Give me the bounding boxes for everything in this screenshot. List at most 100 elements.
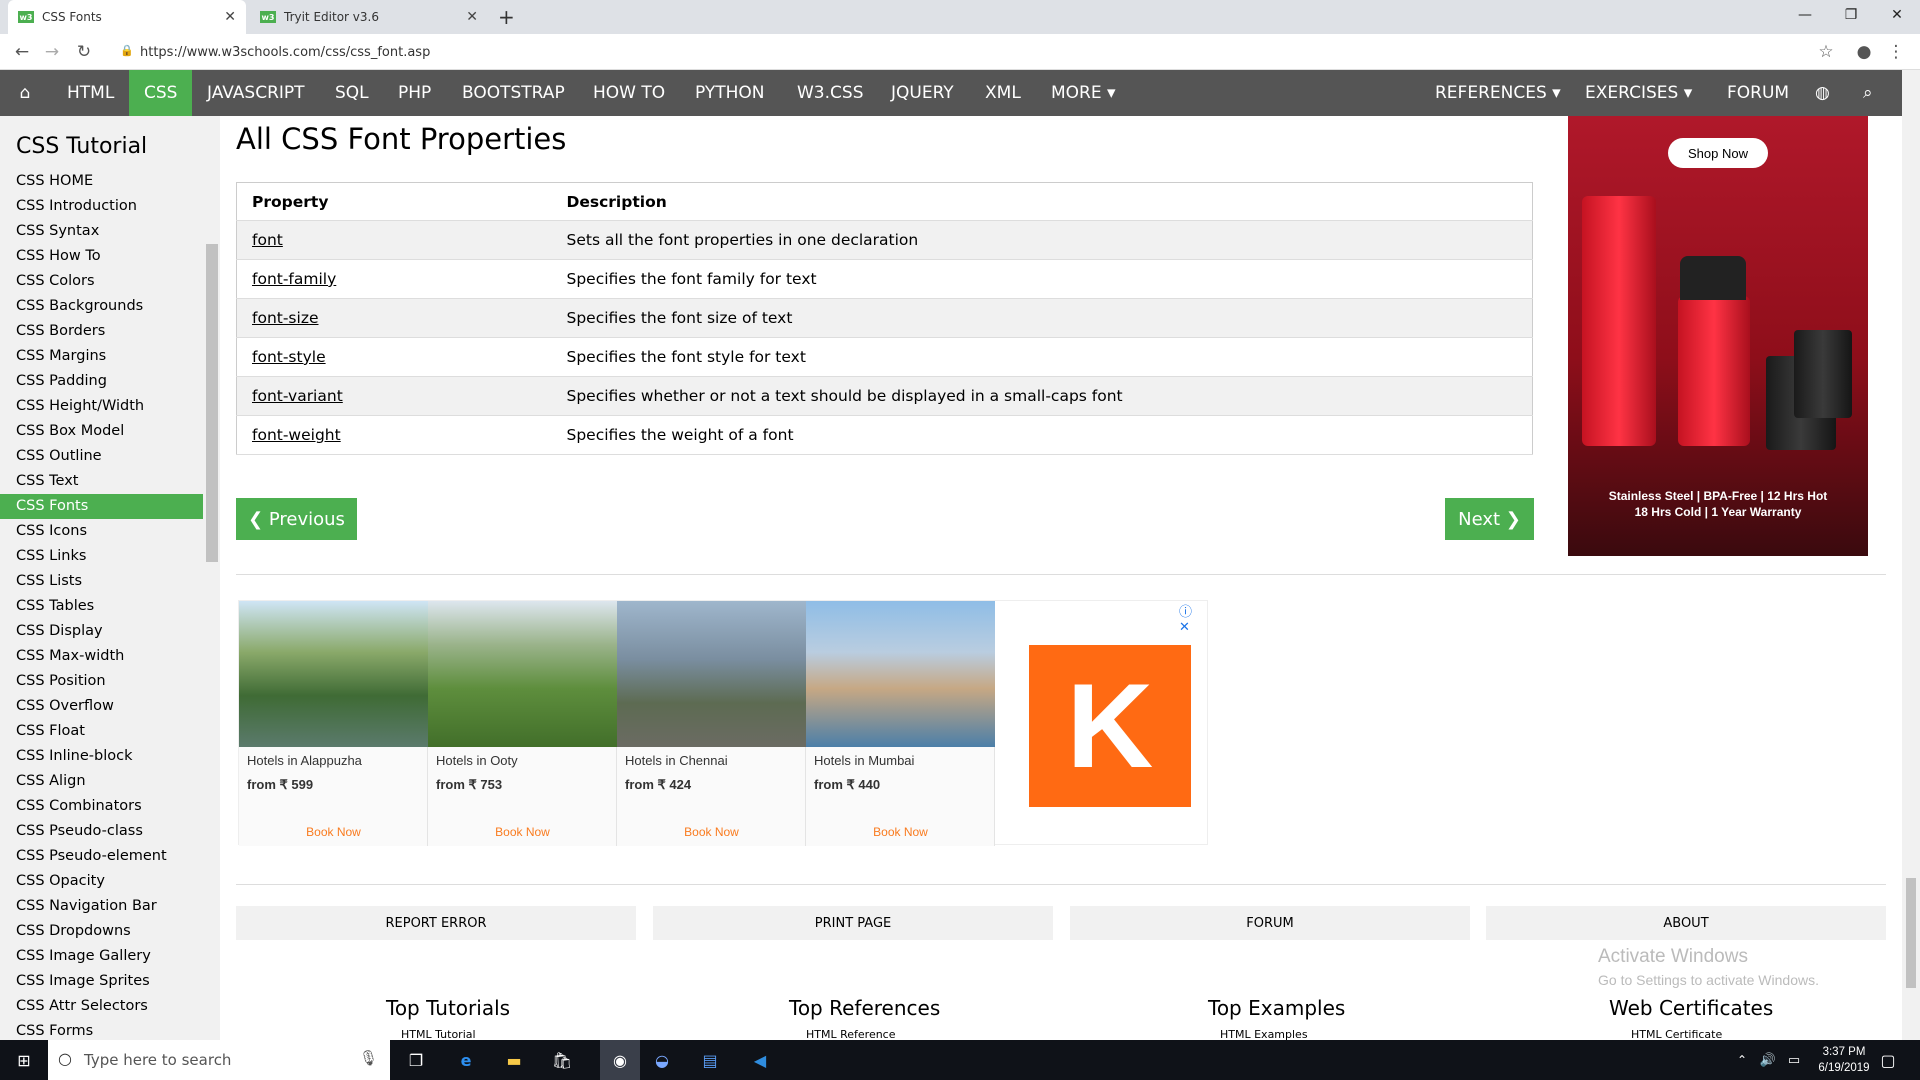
- sidebar-item-css-forms[interactable]: CSS Forms: [0, 1019, 220, 1040]
- minimize-icon[interactable]: —: [1782, 0, 1828, 30]
- sidebar-item-css-pseudo-element[interactable]: CSS Pseudo-element: [0, 844, 220, 869]
- nav-forum[interactable]: FORUM: [1712, 70, 1804, 116]
- hotel-card-alappuzha[interactable]: Hotels in Alappuzha from ₹ 599 Book Now: [239, 601, 428, 846]
- property-link[interactable]: font-size: [252, 309, 319, 327]
- nav-javascript[interactable]: JAVASCRIPT: [192, 70, 320, 116]
- product-ad[interactable]: Shop Now Stainless Steel | BPA-Free | 12…: [1568, 116, 1868, 556]
- sidebar-item-css-overflow[interactable]: CSS Overflow: [0, 694, 220, 719]
- back-icon[interactable]: ←: [10, 40, 34, 64]
- about-button[interactable]: ABOUT: [1486, 906, 1886, 940]
- browser-tab-css-fonts[interactable]: w3 CSS Fonts ✕: [8, 0, 246, 34]
- sidebar-item-css-inline-block[interactable]: CSS Inline-block: [0, 744, 220, 769]
- sidebar-item-css-lists[interactable]: CSS Lists: [0, 569, 220, 594]
- edge-icon[interactable]: e: [454, 1048, 478, 1072]
- sidebar-item-css-navigation-bar[interactable]: CSS Navigation Bar: [0, 894, 220, 919]
- sidebar-item-css-fonts[interactable]: CSS Fonts: [0, 494, 203, 519]
- close-tab-icon[interactable]: ✕: [224, 9, 236, 25]
- vscode-icon[interactable]: ◀: [748, 1048, 772, 1072]
- book-now-link[interactable]: Book Now: [617, 825, 806, 839]
- hotel-card-ooty[interactable]: Hotels in Ooty from ₹ 753 Book Now: [428, 601, 617, 846]
- nav-exercises-dropdown[interactable]: EXERCISES ▾: [1570, 70, 1707, 116]
- app-icon[interactable]: ◒: [650, 1048, 674, 1072]
- report-error-button[interactable]: REPORT ERROR: [236, 906, 636, 940]
- sidebar-item-css-outline[interactable]: CSS Outline: [0, 444, 220, 469]
- chrome-icon[interactable]: ◉: [600, 1040, 640, 1080]
- book-now-link[interactable]: Book Now: [239, 825, 428, 839]
- sidebar-item-css-max-width[interactable]: CSS Max-width: [0, 644, 220, 669]
- search-icon[interactable]: ⌕: [1848, 70, 1888, 116]
- sidebar-item-css-margins[interactable]: CSS Margins: [0, 344, 220, 369]
- new-tab-icon[interactable]: +: [498, 5, 515, 29]
- nav-php[interactable]: PHP: [383, 70, 446, 116]
- shop-now-button[interactable]: Shop Now: [1668, 138, 1768, 168]
- sidebar-item-css-links[interactable]: CSS Links: [0, 544, 220, 569]
- sidebar-item-css-float[interactable]: CSS Float: [0, 719, 220, 744]
- sidebar-item-css-borders[interactable]: CSS Borders: [0, 319, 220, 344]
- sidebar-item-css-height-width[interactable]: CSS Height/Width: [0, 394, 220, 419]
- store-icon[interactable]: 🛍: [550, 1048, 574, 1072]
- profile-icon[interactable]: ●: [1852, 40, 1876, 64]
- nav-css[interactable]: CSS: [129, 70, 193, 116]
- sidebar-item-css-syntax[interactable]: CSS Syntax: [0, 219, 220, 244]
- sidebar-item-css-text[interactable]: CSS Text: [0, 469, 220, 494]
- hotel-card-mumbai[interactable]: Hotels in Mumbai from ₹ 440 Book Now: [806, 601, 995, 846]
- document-icon[interactable]: ▤: [698, 1048, 722, 1072]
- sidebar-item-css-how-to[interactable]: CSS How To: [0, 244, 220, 269]
- notifications-icon[interactable]: ▢: [1876, 1048, 1900, 1072]
- next-button[interactable]: Next ❯: [1445, 498, 1534, 540]
- nav-more-dropdown[interactable]: MORE ▾: [1036, 70, 1131, 116]
- property-link[interactable]: font-style: [252, 348, 326, 366]
- hotel-card-chennai[interactable]: Hotels in Chennai from ₹ 424 Book Now: [617, 601, 806, 846]
- sidebar-item-css-backgrounds[interactable]: CSS Backgrounds: [0, 294, 220, 319]
- sidebar-item-css-align[interactable]: CSS Align: [0, 769, 220, 794]
- sidebar-item-css-image-gallery[interactable]: CSS Image Gallery: [0, 944, 220, 969]
- sidebar-item-css-position[interactable]: CSS Position: [0, 669, 220, 694]
- nav-sql[interactable]: SQL: [320, 70, 384, 116]
- nav-jquery[interactable]: JQUERY: [876, 70, 969, 116]
- browser-tab-tryit[interactable]: w3 Tryit Editor v3.6 ✕: [250, 0, 488, 34]
- book-now-link[interactable]: Book Now: [428, 825, 617, 839]
- forward-icon[interactable]: →: [40, 40, 64, 64]
- windows-start-icon[interactable]: ⊞: [12, 1048, 36, 1072]
- property-link[interactable]: font: [252, 231, 283, 249]
- nav-python[interactable]: PYTHON: [680, 70, 780, 116]
- previous-button[interactable]: ❮ Previous: [236, 498, 357, 540]
- ad-choices-icon[interactable]: ⓘ ✕: [1179, 601, 1207, 635]
- sidebar-item-css-display[interactable]: CSS Display: [0, 619, 220, 644]
- property-link[interactable]: font-weight: [252, 426, 341, 444]
- taskbar-clock[interactable]: 3:37 PM 6/19/2019: [1814, 1044, 1874, 1076]
- menu-icon[interactable]: ⋮: [1884, 40, 1908, 64]
- url-field[interactable]: 🔒 https://www.w3schools.com/css/css_font…: [110, 39, 1810, 65]
- file-explorer-icon[interactable]: ▬: [502, 1048, 526, 1072]
- tray-chevron-icon[interactable]: ⌃: [1730, 1048, 1754, 1072]
- task-view-icon[interactable]: ❐: [404, 1048, 428, 1072]
- forum-button[interactable]: FORUM: [1070, 906, 1470, 940]
- sidebar-item-css-padding[interactable]: CSS Padding: [0, 369, 220, 394]
- nav-w3css[interactable]: W3.CSS: [782, 70, 878, 116]
- sidebar-item-css-colors[interactable]: CSS Colors: [0, 269, 220, 294]
- sidebar-item-css-pseudo-class[interactable]: CSS Pseudo-class: [0, 819, 220, 844]
- sidebar-item-css-dropdowns[interactable]: CSS Dropdowns: [0, 919, 220, 944]
- close-tab-icon[interactable]: ✕: [466, 9, 478, 25]
- globe-icon[interactable]: ◍: [1800, 70, 1845, 116]
- sidebar-item-css-attr-selectors[interactable]: CSS Attr Selectors: [0, 994, 220, 1019]
- taskbar-search-box[interactable]: ○ Type here to search 🎙: [48, 1040, 390, 1080]
- bookmark-star-icon[interactable]: ☆: [1814, 40, 1838, 64]
- hotel-ad-banner[interactable]: Hotels in Alappuzha from ₹ 599 Book Now …: [238, 600, 1208, 846]
- sidebar-item-css-opacity[interactable]: CSS Opacity: [0, 869, 220, 894]
- home-icon[interactable]: ⌂: [0, 70, 50, 116]
- sidebar-item-css-box-model[interactable]: CSS Box Model: [0, 419, 220, 444]
- book-now-link[interactable]: Book Now: [806, 825, 995, 839]
- sidebar-item-css-combinators[interactable]: CSS Combinators: [0, 794, 220, 819]
- nav-html[interactable]: HTML: [52, 70, 129, 116]
- close-window-icon[interactable]: ✕: [1874, 0, 1920, 30]
- sidebar-scrollbar[interactable]: [206, 244, 218, 562]
- nav-bootstrap[interactable]: BOOTSTRAP: [447, 70, 580, 116]
- volume-icon[interactable]: 🔊: [1756, 1048, 1780, 1072]
- maximize-icon[interactable]: ❐: [1828, 0, 1874, 30]
- property-link[interactable]: font-family: [252, 270, 336, 288]
- sidebar-item-css-icons[interactable]: CSS Icons: [0, 519, 220, 544]
- property-link[interactable]: font-variant: [252, 387, 343, 405]
- nav-xml[interactable]: XML: [970, 70, 1036, 116]
- reload-icon[interactable]: ↻: [72, 40, 96, 64]
